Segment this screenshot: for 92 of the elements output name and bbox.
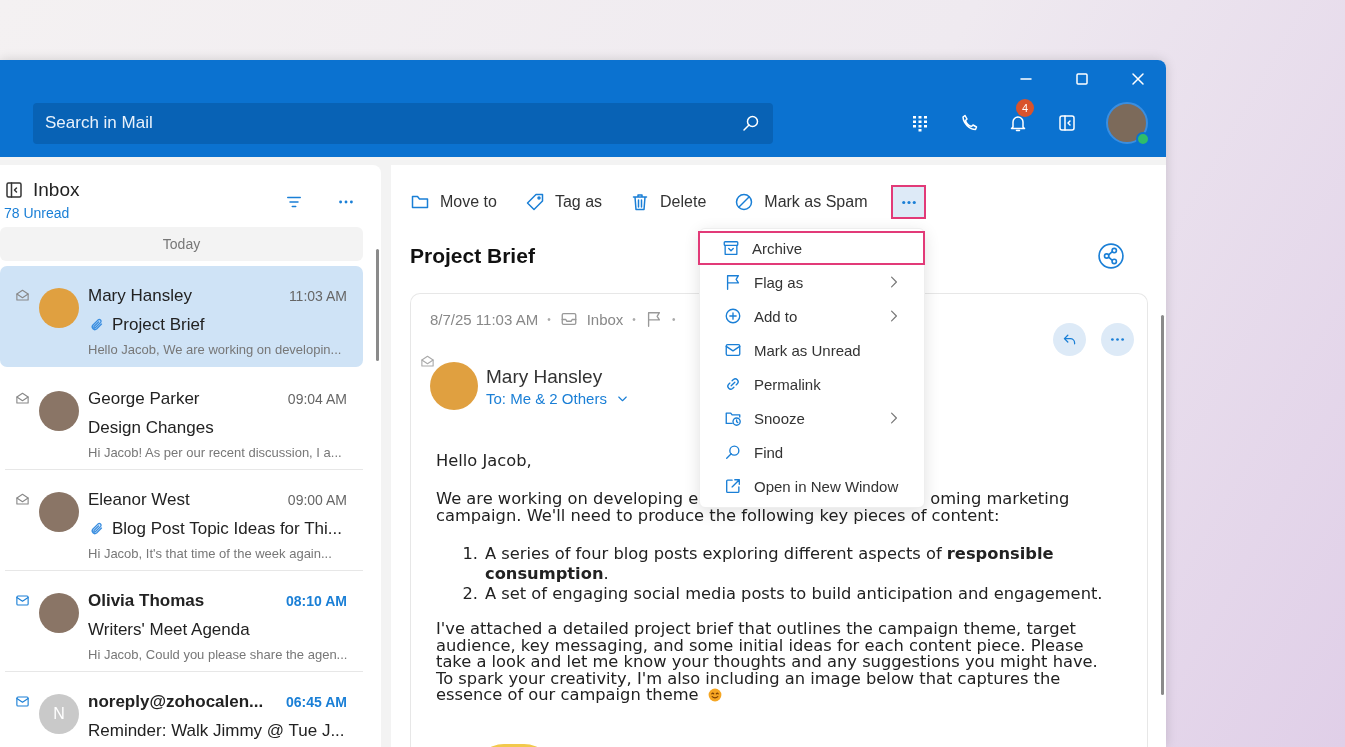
greeting-text: Hello Jacob, bbox=[436, 452, 532, 469]
mail-subject: Blog Post Topic Ideas for Thi... bbox=[112, 519, 342, 539]
body-text: oming marketing bbox=[930, 490, 1070, 507]
search-icon bbox=[724, 443, 742, 461]
sender-avatar bbox=[430, 362, 478, 410]
envelope-icon bbox=[15, 694, 30, 709]
side-panel-icon[interactable] bbox=[1057, 113, 1077, 133]
open-envelope-icon bbox=[420, 354, 435, 369]
sender-name: noreply@zohocalen... bbox=[88, 692, 264, 712]
mail-item[interactable]: George Parker 09:04 AM Design Changes Hi Jacob! As per our recent discussion, I a... bbox=[5, 369, 363, 470]
mail-item[interactable]: Eleanor West 09:00 AM Blog Post Topic Ideas for Thi... Hi Jacob, It's that time of the week again... bbox=[5, 470, 363, 571]
tag-icon bbox=[524, 192, 545, 212]
blocked-icon bbox=[734, 192, 755, 212]
list-number: 1. bbox=[461, 544, 478, 565]
separator-dot: • bbox=[632, 313, 636, 325]
mail-subject: Design Changes bbox=[88, 418, 214, 438]
mail-subject: Writers' Meet Agenda bbox=[88, 620, 250, 640]
link-icon bbox=[724, 375, 742, 393]
share-icon[interactable] bbox=[1098, 243, 1124, 269]
sender-name: George Parker bbox=[88, 389, 200, 409]
received-time: 11:03 AM bbox=[288, 288, 347, 304]
recipients-link[interactable]: To: Me & 2 Others bbox=[486, 389, 630, 407]
dialpad-icon[interactable] bbox=[910, 113, 930, 133]
separator-dot: • bbox=[671, 313, 676, 325]
phone-icon[interactable] bbox=[959, 113, 979, 133]
open-envelope-icon bbox=[15, 391, 30, 406]
list-item-text: A set of engaging social media posts to build anticipation and engagement. bbox=[485, 584, 1103, 604]
scrollbar[interactable] bbox=[1161, 315, 1164, 695]
scrollbar[interactable] bbox=[376, 249, 379, 361]
menu-item[interactable]: Permalink bbox=[700, 367, 924, 401]
sender-name: Olivia Thomas bbox=[88, 591, 205, 611]
toolbar-button[interactable]: Mark as Spam bbox=[734, 192, 868, 212]
inbox-tray-icon bbox=[559, 310, 578, 328]
envelope-icon bbox=[724, 341, 742, 359]
external-link-icon bbox=[724, 477, 742, 495]
sender-name: Eleanor West bbox=[88, 490, 190, 510]
toolbar-button[interactable]: Move to bbox=[410, 192, 497, 212]
unread-count: 78 Unread bbox=[4, 205, 71, 221]
mail-preview: Hi Jacob, Could you please share the agen... bbox=[88, 647, 348, 663]
folder-label: Inbox bbox=[586, 310, 624, 328]
body-text: We are working on developing e bbox=[436, 490, 699, 507]
menu-item[interactable]: Add to bbox=[700, 299, 924, 333]
mail-item[interactable]: Mary Hansley 11:03 AM Project Brief Hello Jacob, We are working on developin... bbox=[0, 266, 363, 367]
open-envelope-icon bbox=[15, 288, 30, 303]
avatar bbox=[39, 492, 79, 532]
bell-icon[interactable] bbox=[1008, 113, 1028, 133]
received-time: 09:00 AM bbox=[287, 492, 347, 508]
more-icon bbox=[899, 198, 918, 206]
mail-subject: Project Brief bbox=[112, 315, 205, 335]
body-text: essence of our campaign theme bbox=[436, 687, 699, 704]
sender-name: Mary Hansley bbox=[88, 286, 192, 306]
search-field[interactable]: Search in Mail bbox=[33, 102, 773, 144]
envelope-icon bbox=[15, 593, 30, 608]
date-group-header: Today bbox=[0, 227, 363, 261]
menu-item[interactable]: Snooze bbox=[700, 401, 924, 435]
open-envelope-icon bbox=[15, 492, 30, 507]
received-time: 09:04 AM bbox=[287, 391, 347, 407]
avatar bbox=[39, 593, 79, 633]
mail-preview: Hello Jacob, We are working on developin... bbox=[88, 342, 342, 358]
avatar bbox=[39, 391, 79, 431]
mail-preview: Hi Jacob, It's that time of the week again... bbox=[88, 546, 332, 562]
mail-preview: Hi Jacob! As per our recent discussion, I a... bbox=[88, 445, 342, 461]
avatar bbox=[39, 288, 79, 328]
sender-name: Mary Hansley bbox=[486, 365, 604, 388]
message-subject: Project Brief bbox=[410, 244, 535, 268]
list-item-text: A series of four blog posts exploring different aspects of responsible consumption. bbox=[485, 544, 1055, 584]
folder-clock-icon bbox=[724, 409, 742, 427]
notification-badge: 4 bbox=[1016, 99, 1034, 117]
archive-icon bbox=[722, 239, 740, 257]
menu-item[interactable]: Flag as bbox=[700, 265, 924, 299]
mail-item[interactable]: Olivia Thomas 08:10 AM Writers' Meet Agenda Hi Jacob, Could you please share the agen... bbox=[5, 571, 363, 672]
more-button[interactable] bbox=[891, 185, 927, 219]
mail-subject: Reminder: Walk Jimmy @ Tue J... bbox=[88, 721, 345, 741]
toolbar-button[interactable]: Tag as bbox=[524, 192, 603, 212]
smiley-emoji-icon bbox=[706, 687, 723, 704]
menu-item[interactable]: Open in New Window bbox=[700, 469, 924, 503]
collapse-panel-icon[interactable] bbox=[4, 180, 24, 200]
separator-dot: • bbox=[547, 313, 551, 325]
toolbar-button[interactable]: Delete bbox=[630, 192, 707, 212]
reply-icon[interactable] bbox=[1053, 322, 1086, 356]
received-time: 08:10 AM bbox=[286, 593, 347, 609]
folder-title: Inbox bbox=[33, 179, 80, 201]
message-date: 8/7/25 11:03 AM bbox=[430, 310, 539, 328]
user-avatar[interactable] bbox=[1106, 102, 1148, 144]
flag-icon bbox=[724, 273, 742, 291]
menu-item[interactable]: Archive bbox=[698, 231, 925, 265]
menu-item[interactable]: Mark as Unread bbox=[700, 333, 924, 367]
add-icon bbox=[724, 307, 742, 325]
list-number: 2. bbox=[461, 584, 478, 604]
menu-item[interactable]: Find bbox=[700, 435, 924, 469]
body-text: campaign. We'll need to produce the following key pieces of content: bbox=[436, 507, 1000, 524]
received-time: 06:45 AM bbox=[286, 694, 347, 710]
